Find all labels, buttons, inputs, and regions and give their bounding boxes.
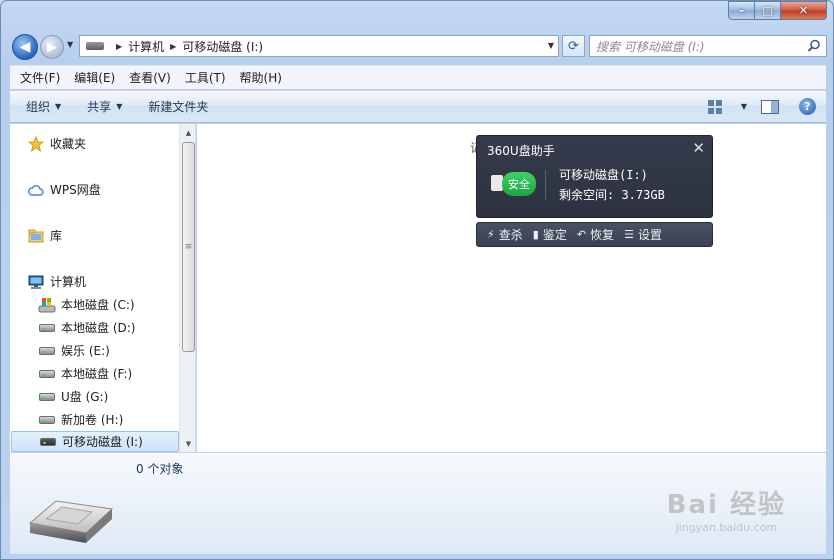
authenticate-button[interactable]: ▮ 鉴定 <box>533 226 567 243</box>
refresh-button[interactable]: ⟳ <box>562 35 585 57</box>
hard-drive-icon <box>38 412 56 428</box>
navigation-bar: ◀ ▶ ▼ ▶ 计算机 ▶ 可移动磁盘 (I:) ▼ ⟳ 搜索 可移动磁盘 (I… <box>9 31 827 61</box>
scrollbar-thumb[interactable]: ≡ <box>182 142 195 352</box>
view-options-chevron-icon[interactable]: ▼ <box>741 102 747 111</box>
nav-drive-d[interactable]: 本地磁盘 (D:) <box>38 317 135 338</box>
menu-tools[interactable]: 工具(T) <box>185 69 226 86</box>
watermark-brand: Bai 经验 <box>666 490 786 520</box>
share-button[interactable]: 共享 ▼ <box>87 98 122 115</box>
settings-button[interactable]: ☰ 设置 <box>624 226 662 243</box>
grip-icon: ≡ <box>184 242 193 252</box>
usb-assistant-actions: ⚡ 查杀 ▮ 鉴定 ↶ 恢复 ☰ 设置 <box>476 222 713 247</box>
removable-drive-large-icon <box>28 500 114 543</box>
chevron-down-icon: ▼ <box>55 102 62 111</box>
safe-status-badge: 安全 <box>502 172 536 196</box>
usb-assistant-popup: 360U盘助手 ✕ 安全 可移动磁盘(I:) 剩余空间: 3.73GB <box>476 135 713 218</box>
forward-button[interactable]: ▶ <box>40 35 64 59</box>
chevron-down-icon: ▼ <box>116 102 123 111</box>
menu-view[interactable]: 查看(V) <box>129 69 171 86</box>
help-icon[interactable]: ? <box>799 98 816 115</box>
back-arrow-icon: ◀ <box>19 39 31 55</box>
drive-icon <box>86 42 104 50</box>
nav-drive-i[interactable]: 可移动磁盘 (I:) <box>11 431 179 452</box>
new-folder-button[interactable]: 新建文件夹 <box>148 98 208 115</box>
removable-drive-icon <box>39 434 57 450</box>
menu-edit[interactable]: 编辑(E) <box>74 69 115 86</box>
nav-drive-g[interactable]: U盘 (G:) <box>38 386 108 407</box>
menu-help[interactable]: 帮助(H) <box>240 69 282 86</box>
refresh-icon: ⟳ <box>568 38 579 54</box>
nav-library[interactable]: 库 <box>27 225 62 246</box>
system-drive-icon <box>38 297 56 313</box>
command-bar: 组织 ▼ 共享 ▼ 新建文件夹 ▼ ? <box>10 90 826 123</box>
preview-pane-icon[interactable] <box>761 99 779 114</box>
menu-bar: 文件(F) 编辑(E) 查看(V) 工具(T) 帮助(H) <box>10 65 826 89</box>
back-button[interactable]: ◀ <box>12 34 38 60</box>
address-dropdown-icon[interactable]: ▼ <box>548 41 554 50</box>
recent-pages-dropdown-icon[interactable]: ▼ <box>67 40 73 49</box>
lightning-icon: ⚡ <box>487 228 495 241</box>
list-settings-icon: ☰ <box>624 228 634 241</box>
scan-virus-button[interactable]: ⚡ 查杀 <box>487 226 523 243</box>
nav-favorites[interactable]: 收藏夹 <box>27 133 86 154</box>
close-button[interactable]: ✕ <box>781 1 827 20</box>
hard-drive-icon <box>38 343 56 359</box>
breadcrumb-computer[interactable]: 计算机 <box>128 38 164 55</box>
minimize-button[interactable]: – <box>728 1 755 20</box>
search-icon[interactable] <box>807 39 821 53</box>
caption-buttons: – □ ✕ <box>728 1 827 20</box>
address-bar[interactable]: ▶ 计算机 ▶ 可移动磁盘 (I:) ▼ <box>79 35 559 57</box>
menu-file[interactable]: 文件(F) <box>20 69 60 86</box>
nav-drive-h[interactable]: 新加卷 (H:) <box>38 409 123 430</box>
explorer-window: – □ ✕ ◀ ▶ ▼ ▶ 计算机 ▶ 可移动磁盘 (I:) ▼ ⟳ 搜索 可移… <box>0 0 834 560</box>
nav-drive-f[interactable]: 本地磁盘 (F:) <box>38 363 132 384</box>
watermark-url: jingyan.baidu.com <box>675 521 778 534</box>
computer-icon <box>27 274 45 290</box>
restore-icon: ↶ <box>576 228 587 241</box>
popup-close-icon[interactable]: ✕ <box>692 139 705 157</box>
popup-free-space: 剩余空间: 3.73GB <box>559 188 665 202</box>
hard-drive-icon <box>38 366 56 382</box>
watermark: Bai 经验 jingyan.baidu.com <box>667 484 786 534</box>
hard-drive-icon <box>38 389 56 405</box>
nav-drive-c[interactable]: 本地磁盘 (C:) <box>38 294 135 315</box>
popup-divider <box>545 170 546 200</box>
star-icon <box>27 135 45 152</box>
scroll-down-icon[interactable]: ▼ <box>180 435 195 452</box>
maximize-button[interactable]: □ <box>755 1 781 20</box>
popup-drive-name: 可移动磁盘(I:) <box>559 168 648 182</box>
change-view-icon[interactable] <box>707 99 722 114</box>
cloud-icon <box>27 182 45 198</box>
breadcrumb-separator-icon[interactable]: ▶ <box>116 42 122 51</box>
usb-check-icon: ▮ <box>532 228 539 241</box>
scroll-up-icon[interactable]: ▲ <box>180 124 195 141</box>
search-input[interactable]: 搜索 可移动磁盘 (I:) <box>589 35 827 57</box>
details-pane: 0 个对象 Bai 经验 jingyan.baidu.com <box>10 452 826 554</box>
navigation-scrollbar[interactable]: ▲ ≡ ▼ <box>179 124 195 452</box>
object-count: 0 个对象 <box>136 462 184 476</box>
forward-arrow-icon: ▶ <box>47 39 57 55</box>
popup-title: 360U盘助手 <box>487 144 555 158</box>
nav-computer[interactable]: 计算机 <box>27 271 86 292</box>
navigation-pane: 收藏夹 WPS网盘 库 计算机 本地磁盘 (C:) 本地磁盘 (D:) 娱乐 (… <box>10 124 196 452</box>
breadcrumb-separator-icon[interactable]: ▶ <box>170 42 176 51</box>
breadcrumb-current[interactable]: 可移动磁盘 (I:) <box>182 38 263 55</box>
nav-drive-e[interactable]: 娱乐 (E:) <box>38 340 110 361</box>
hard-drive-icon <box>38 320 56 336</box>
search-placeholder: 搜索 可移动磁盘 (I:) <box>596 39 705 54</box>
library-folder-icon <box>27 228 45 244</box>
recover-button[interactable]: ↶ 恢复 <box>577 226 614 243</box>
nav-wps-drive[interactable]: WPS网盘 <box>27 179 101 200</box>
organize-button[interactable]: 组织 ▼ <box>26 98 61 115</box>
